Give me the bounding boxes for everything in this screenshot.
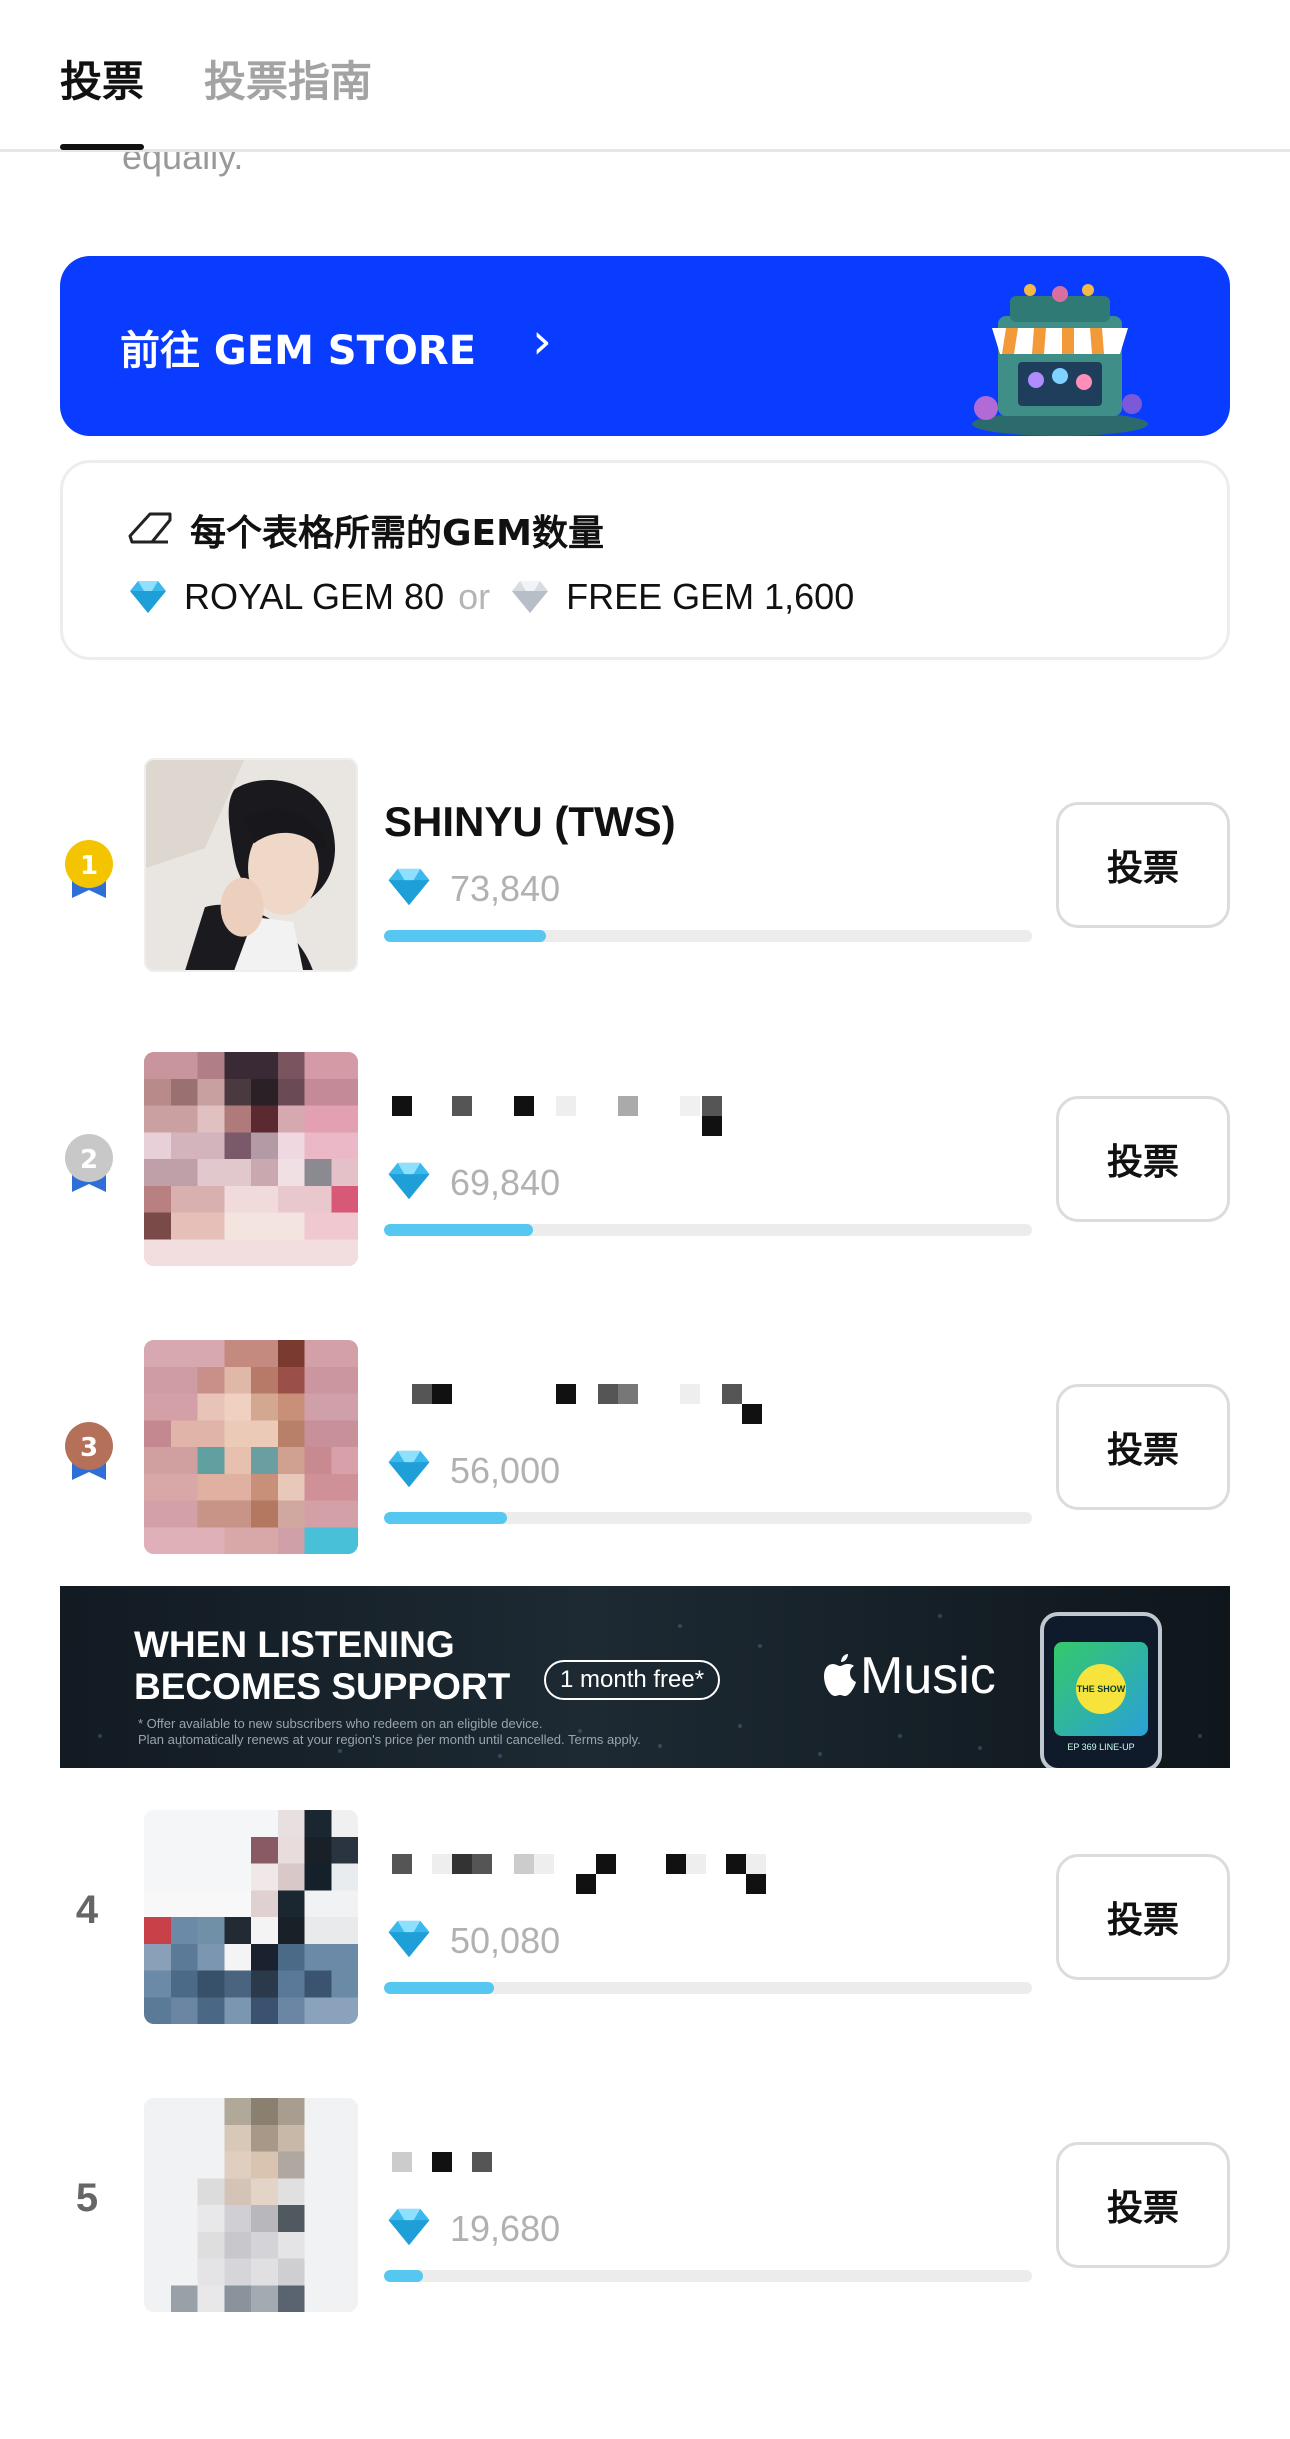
gold-medal-icon: 1 xyxy=(65,840,113,898)
ranking-row-2: 2 69,840 投票 xyxy=(0,1052,1290,1272)
vote-progress-bar xyxy=(384,1224,1032,1236)
phone-caption: EP 369 LINE-UP xyxy=(1067,1742,1135,1752)
vote-progress-fill xyxy=(384,1512,508,1524)
vote-progress-fill xyxy=(384,1224,534,1236)
store-illustration xyxy=(972,284,1148,436)
ranking-row-3: 3 56,000 投票 xyxy=(0,1340,1290,1560)
royal-gem-icon xyxy=(388,2208,430,2246)
vote-progress-bar xyxy=(384,930,1032,942)
vote-progress-fill xyxy=(384,930,546,942)
royal-gem-icon xyxy=(388,1920,430,1958)
vote-button[interactable]: 投票 xyxy=(1056,1384,1230,1510)
vote-progress-bar xyxy=(384,1982,1032,1994)
candidate-name-pixelated xyxy=(392,1854,766,1894)
or-text: or xyxy=(458,576,491,617)
apple-music-wordmark: Music xyxy=(860,1647,996,1705)
bronze-medal-icon: 3 xyxy=(65,1422,113,1480)
gem-store-banner[interactable]: 前往 GEM STORE › xyxy=(60,256,1230,436)
medal-rank-number: 2 xyxy=(80,1145,98,1175)
vote-progress-fill xyxy=(384,2270,423,2282)
chevron-right-icon: › xyxy=(532,312,552,370)
apple-logo-icon xyxy=(824,1654,856,1696)
candidate-photo-pixelated[interactable] xyxy=(144,1052,358,1266)
vote-count: 56,000 xyxy=(450,1450,561,1491)
vote-progress-bar xyxy=(384,1512,1032,1524)
candidate-photo-pixelated[interactable] xyxy=(144,2098,358,2312)
gem-requirement-title: 每个表格所需的GEM数量 xyxy=(190,513,604,554)
rank-number: 4 xyxy=(75,1888,99,1932)
vote-progress-bar xyxy=(384,2270,1032,2282)
free-gem-label: FREE GEM 1,600 xyxy=(566,576,855,617)
vote-count: 50,080 xyxy=(450,1920,561,1961)
rank-number: 5 xyxy=(75,2176,99,2220)
candidate-name-pixelated xyxy=(412,1384,762,1424)
royal-gem-label: ROYAL GEM 80 xyxy=(184,576,445,617)
ad-fine-print-line2: Plan automatically renews at your region… xyxy=(138,1732,641,1747)
tab-vote-guide[interactable]: 投票指南 xyxy=(204,48,372,109)
vote-button[interactable]: 投票 xyxy=(1056,1854,1230,1980)
medal-rank-number: 1 xyxy=(80,851,98,881)
ranking-row-4: 4 50,080 投票 xyxy=(0,1810,1290,2030)
royal-gem-icon xyxy=(388,1162,430,1200)
vote-count: 69,840 xyxy=(450,1162,561,1203)
medal-rank-number: 3 xyxy=(80,1433,98,1463)
phone-show-badge: THE SHOW xyxy=(1076,1664,1126,1714)
candidate-name-pixelated xyxy=(392,1096,722,1136)
gem-requirement-card xyxy=(60,460,1230,660)
ad-headline-line1: WHEN LISTENING xyxy=(134,1624,455,1665)
ad-headline-line2: BECOMES SUPPORT xyxy=(134,1666,511,1707)
ranking-row-5: 5 19,680 投票 xyxy=(0,2098,1290,2318)
free-gem-icon xyxy=(512,581,549,613)
candidate-name-pixelated xyxy=(392,2152,492,2172)
vote-progress-fill xyxy=(384,1982,495,1994)
ad-fine-print: * Offer available to new subscribers who… xyxy=(138,1716,641,1748)
candidate-name: SHINYU (TWS) xyxy=(384,798,676,845)
tab-bar: 投票 投票指南 xyxy=(0,0,1290,152)
vote-button[interactable]: 投票 xyxy=(1056,802,1230,928)
candidate-photo-pixelated[interactable] xyxy=(144,1340,358,1554)
gem-requirement-row: ROYAL GEM 80 or FREE GEM 1,600 xyxy=(126,572,854,622)
vote-button[interactable]: 投票 xyxy=(1056,2142,1230,2268)
ticket-icon xyxy=(128,512,172,544)
royal-gem-icon xyxy=(388,1450,430,1488)
silver-medal-icon: 2 xyxy=(65,1134,113,1192)
vote-count: 73,840 xyxy=(450,868,561,909)
active-tab-indicator xyxy=(60,144,144,150)
apple-music-ad-banner[interactable]: WHEN LISTENING BECOMES SUPPORT 1 month f… xyxy=(60,1586,1230,1768)
vote-button[interactable]: 投票 xyxy=(1056,1096,1230,1222)
ad-headline: WHEN LISTENING BECOMES SUPPORT xyxy=(134,1624,510,1708)
vote-count: 19,680 xyxy=(450,2208,561,2249)
apple-music-logo: Music xyxy=(820,1646,996,1706)
tab-vote[interactable]: 投票 xyxy=(60,48,144,109)
candidate-photo[interactable] xyxy=(144,758,358,972)
gem-store-label: 前往 GEM STORE xyxy=(120,328,477,374)
ranking-row-1: 1 SHINYU (TWS) 73,840 投票 xyxy=(0,758,1290,978)
ad-fine-print-line1: * Offer available to new subscribers who… xyxy=(138,1716,543,1731)
candidate-photo-pixelated[interactable] xyxy=(144,1810,358,2024)
ad-offer-pill: 1 month free* xyxy=(544,1660,721,1700)
phone-mockup: THE SHOW EP 369 LINE-UP xyxy=(1040,1612,1162,1768)
royal-gem-icon xyxy=(388,868,430,906)
royal-gem-icon xyxy=(130,581,166,613)
